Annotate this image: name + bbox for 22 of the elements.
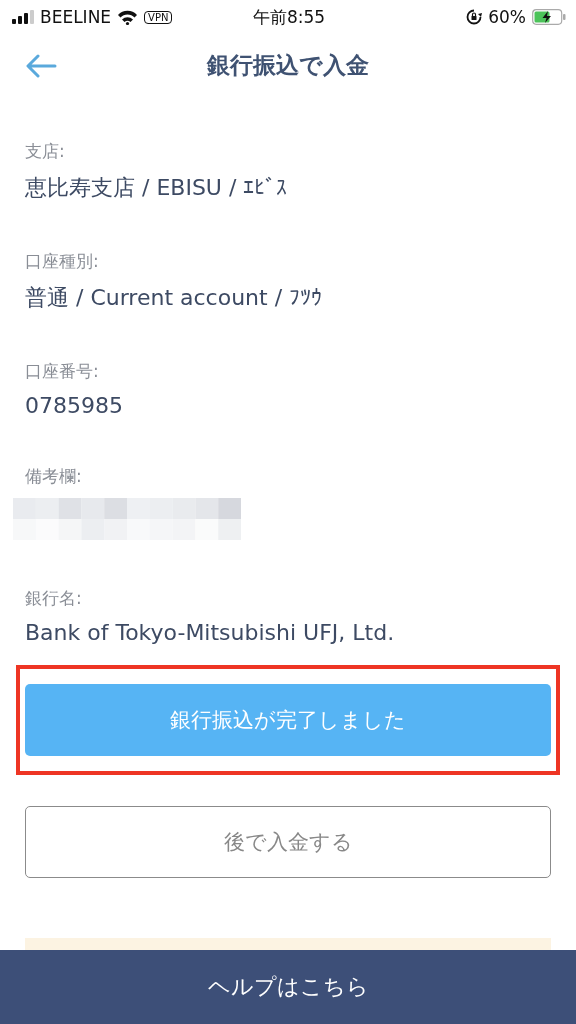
field-label: 口座種別: [25, 250, 100, 273]
page-title: 銀行振込で入金 [207, 50, 369, 80]
field-value: Bank of Tokyo-Mitsubishi UFJ, Ltd. [25, 620, 396, 645]
wifi-icon [117, 9, 139, 25]
field-value: 0785985 [25, 393, 124, 418]
complete-button[interactable]: 銀行振込が完了しました [25, 684, 551, 756]
vpn-badge: VPN [144, 10, 173, 24]
back-arrow-icon[interactable] [25, 54, 57, 78]
field-value: 恵比寿支店 / EBISU / ｴﾋﾞｽ [25, 174, 289, 202]
field-label: 備考欄: [25, 465, 83, 488]
clock: 午前8:55 [252, 5, 326, 29]
battery-charging-icon [532, 9, 566, 25]
carrier-name: BEELINE [40, 7, 112, 27]
field-label: 口座番号: [25, 360, 100, 383]
battery-percent: 60% [488, 7, 526, 27]
rotation-lock-icon [466, 9, 483, 25]
later-button[interactable]: 後で入金する [25, 806, 551, 878]
field-label: 支店: [25, 140, 66, 163]
signal-icon [12, 10, 34, 24]
help-button[interactable]: ヘルプはこちら [0, 950, 576, 1024]
field-value: 普通 / Current account / ﾌﾂｳ [25, 284, 324, 312]
field-label: 銀行名: [25, 587, 83, 610]
